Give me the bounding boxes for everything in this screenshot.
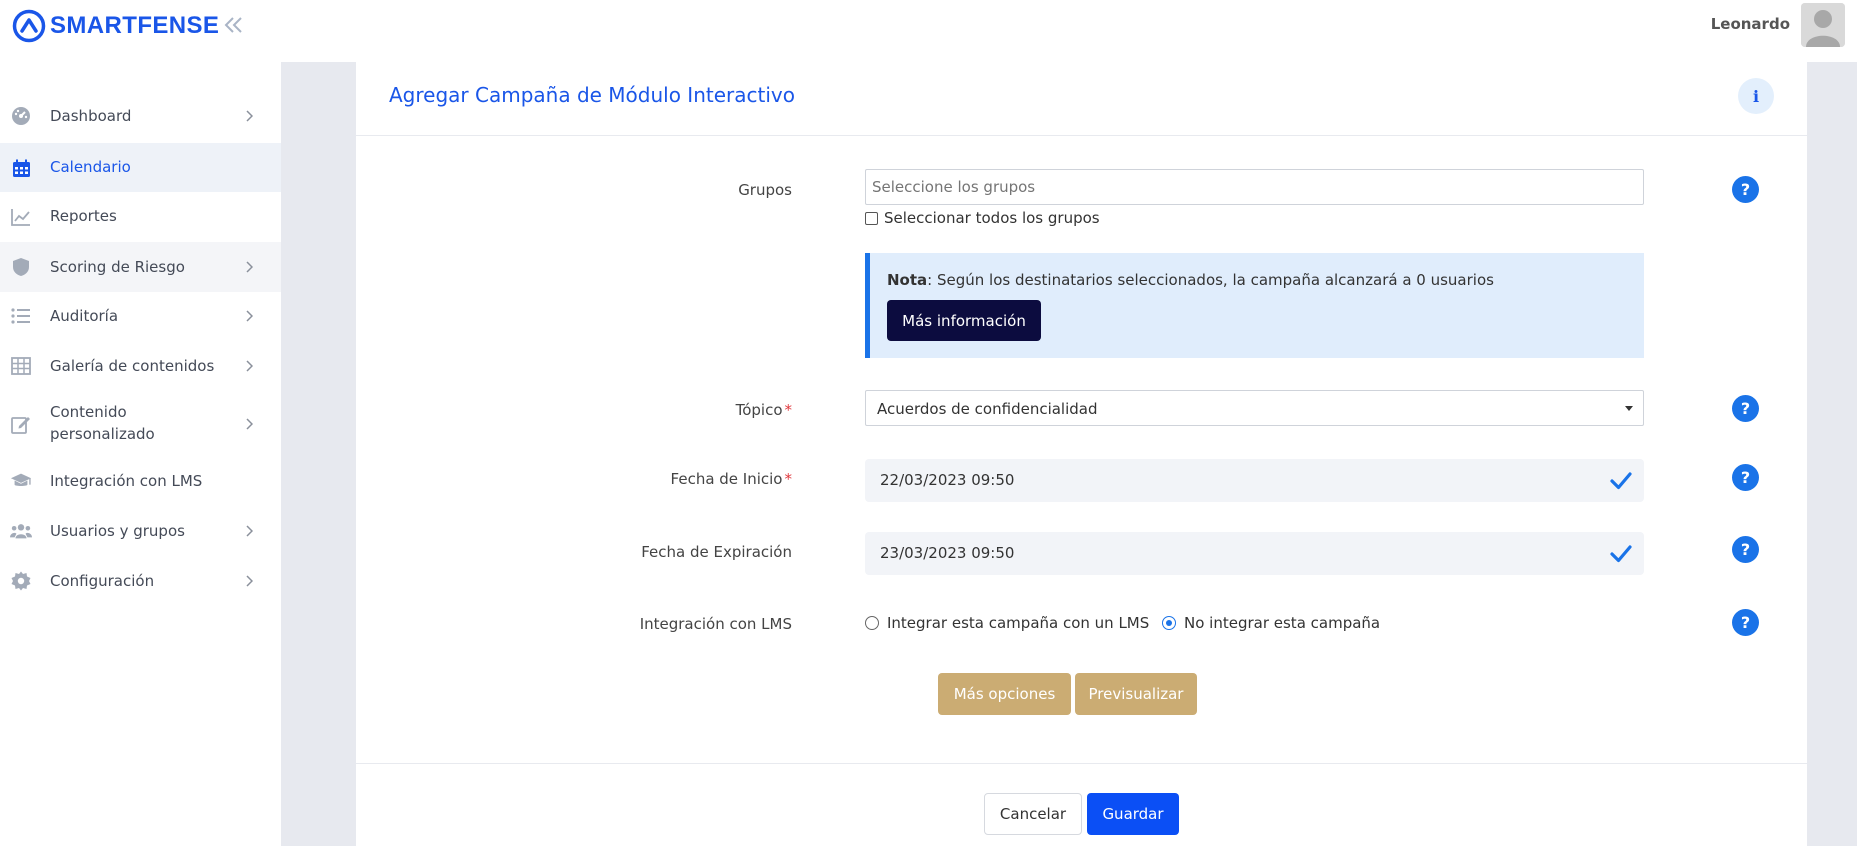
sidebar-nav: Dashboard Calendario Reportes Scoring de… <box>0 91 281 591</box>
topic-label: Tópico * <box>736 401 792 419</box>
help-icon[interactable]: ? <box>1732 536 1759 563</box>
gear-icon <box>10 570 32 592</box>
sidebar-item-integracion-con-lms[interactable]: Integración con LMS <box>0 457 281 506</box>
sidebar-item-label: Reportes <box>50 207 117 225</box>
groups-input[interactable] <box>865 169 1644 205</box>
required-mark: * <box>784 470 793 488</box>
speedometer-icon <box>10 105 32 127</box>
double-chevron-left-icon <box>224 17 242 33</box>
users-icon <box>10 520 32 542</box>
sidebar-item-configuracion[interactable]: Configuración <box>0 556 281 606</box>
lms-option-no-integrate-label[interactable]: No integrar esta campaña <box>1184 614 1380 632</box>
brand[interactable]: SMARTFENSE <box>12 9 220 43</box>
campaign-form-card: Agregar Campaña de Módulo Interactivo i … <box>356 62 1807 846</box>
chevron-right-icon <box>242 109 256 123</box>
note-body: : Según los destinatarios seleccionados,… <box>927 271 1494 289</box>
topbar: Leonardo <box>281 0 1857 62</box>
chevron-right-icon <box>242 260 256 274</box>
sidebar-item-label: Auditoría <box>50 307 119 325</box>
more-info-button[interactable]: Más información <box>887 300 1041 341</box>
groups-label: Grupos <box>738 181 792 199</box>
chevron-right-icon <box>242 417 256 431</box>
sidebar-item-dashboard[interactable]: Dashboard <box>0 91 281 141</box>
caret-down-icon <box>1625 406 1633 411</box>
user-avatar-icon[interactable] <box>1801 3 1845 47</box>
sidebar-item-reportes[interactable]: Reportes <box>0 192 281 242</box>
info-button[interactable]: i <box>1738 78 1774 114</box>
sidebar-item-label: Galería de contenidos <box>50 357 215 375</box>
note-text: Nota: Según los destinatarios selecciona… <box>887 271 1494 289</box>
lms-label: Integración con LMS <box>639 615 792 633</box>
smartfense-logo-icon <box>12 9 46 43</box>
grid-icon <box>10 355 32 377</box>
sidebar-item-label-line2: personalizado <box>50 425 155 443</box>
list-icon <box>10 305 32 327</box>
calendar-icon <box>10 157 32 179</box>
start-date-label: Fecha de Inicio * <box>671 470 792 488</box>
line-chart-icon <box>10 206 32 228</box>
sidebar-item-label: Calendario <box>50 158 131 176</box>
sidebar-item-auditoria[interactable]: Auditoría <box>0 292 281 341</box>
select-all-groups-label[interactable]: Seleccionar todos los grupos <box>884 209 1100 227</box>
start-date-label-text: Fecha de Inicio <box>670 470 783 488</box>
topic-label-text: Tópico <box>735 401 783 419</box>
expiration-date-value: 23/03/2023 09:50 <box>880 544 1015 562</box>
lms-option-integrate-label[interactable]: Integrar esta campaña con un LMS <box>887 614 1149 632</box>
note-bold: Nota <box>887 271 928 289</box>
select-all-groups-row[interactable]: Seleccionar todos los grupos <box>865 209 1100 227</box>
sidebar-item-label: Dashboard <box>50 107 132 125</box>
expiration-date-label: Fecha de Expiración <box>641 543 792 561</box>
sidebar-item-usuarios-y-grupos[interactable]: Usuarios y grupos <box>0 506 281 556</box>
cancel-button[interactable]: Cancelar <box>984 793 1082 835</box>
lms-radio-no-integrate[interactable] <box>1162 616 1176 630</box>
sidebar-item-calendario[interactable]: Calendario <box>0 143 281 192</box>
sidebar-collapse-button[interactable] <box>221 12 247 38</box>
sidebar-item-label: Usuarios y grupos <box>50 522 185 540</box>
start-date-value: 22/03/2023 09:50 <box>880 471 1015 489</box>
sidebar-item-label-line1: Contenido <box>50 403 127 421</box>
sidebar: SMARTFENSE Dashboard Calendario Reportes… <box>0 0 281 846</box>
sidebar-item-label: Integración con LMS <box>50 472 203 490</box>
page-title: Agregar Campaña de Módulo Interactivo <box>389 83 795 107</box>
chevron-right-icon <box>242 574 256 588</box>
save-button[interactable]: Guardar <box>1087 793 1179 835</box>
checkmark-icon <box>1610 545 1632 563</box>
edit-icon <box>10 413 32 435</box>
more-options-button[interactable]: Más opciones <box>938 673 1071 715</box>
sidebar-item-label: Scoring de Riesgo <box>50 258 185 276</box>
topic-select[interactable]: Acuerdos de confidencialidad <box>865 390 1644 426</box>
sidebar-item-label: Configuración <box>50 572 155 590</box>
recipients-note: Nota: Según los destinatarios selecciona… <box>865 253 1644 358</box>
topic-select-value: Acuerdos de confidencialidad <box>877 400 1098 418</box>
sidebar-item-galeria-de-contenidos[interactable]: Galería de contenidos <box>0 341 281 391</box>
brand-name: SMARTFENSE <box>50 12 220 39</box>
help-icon[interactable]: ? <box>1732 176 1759 203</box>
preview-button[interactable]: Previsualizar <box>1075 673 1197 715</box>
required-mark: * <box>784 401 793 419</box>
expiration-date-field[interactable]: 23/03/2023 09:50 <box>865 532 1644 575</box>
start-date-field[interactable]: 22/03/2023 09:50 <box>865 459 1644 502</box>
help-icon[interactable]: ? <box>1732 609 1759 636</box>
sidebar-item-scoring-de-riesgo[interactable]: Scoring de Riesgo <box>0 242 281 292</box>
graduation-cap-icon <box>10 470 32 492</box>
lms-option-no-integrate[interactable]: No integrar esta campaña <box>1162 614 1380 632</box>
checkmark-icon <box>1610 472 1632 490</box>
lms-option-integrate[interactable]: Integrar esta campaña con un LMS <box>865 614 1149 632</box>
lms-radio-integrate[interactable] <box>865 616 879 630</box>
help-icon[interactable]: ? <box>1732 464 1759 491</box>
shield-icon <box>10 256 32 278</box>
chevron-right-icon <box>242 309 256 323</box>
chevron-right-icon <box>242 359 256 373</box>
chevron-right-icon <box>242 524 256 538</box>
select-all-groups-checkbox[interactable] <box>865 211 878 225</box>
divider <box>356 763 1807 764</box>
card-header: Agregar Campaña de Módulo Interactivo i <box>356 62 1807 136</box>
help-icon[interactable]: ? <box>1732 395 1759 422</box>
username[interactable]: Leonardo <box>1711 15 1790 33</box>
sidebar-item-contenido-personalizado[interactable]: Contenido personalizado <box>0 391 281 457</box>
